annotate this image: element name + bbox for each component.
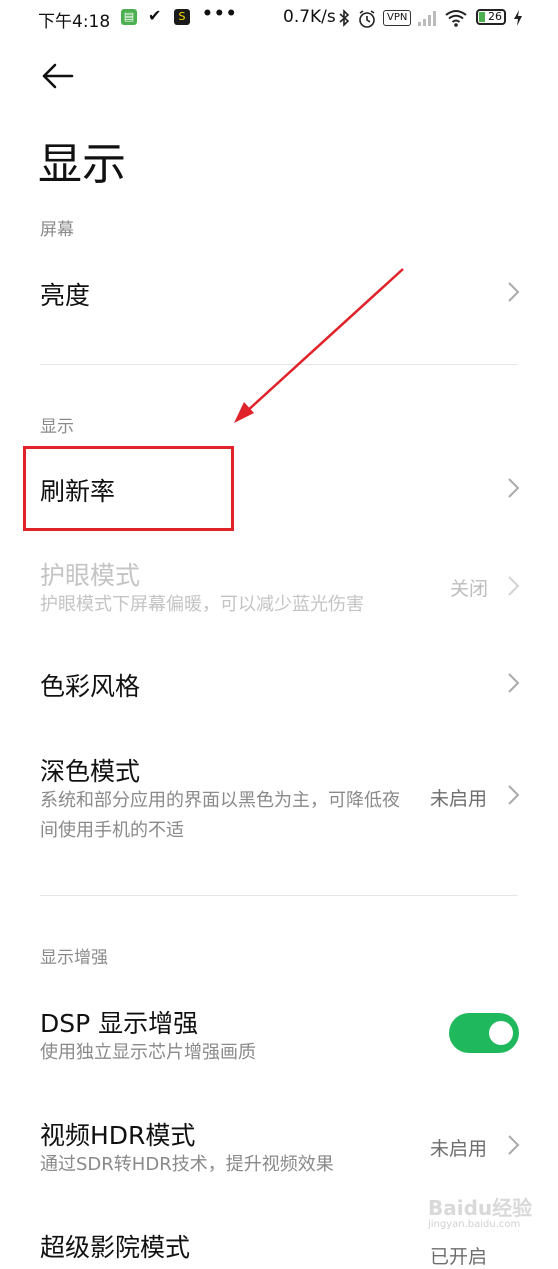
chevron-right-icon [508, 673, 520, 693]
baidu-watermark: Baidu经验 jingyan.baidu.com [428, 1192, 532, 1230]
setting-dark-mode[interactable]: 深色模式 系统和部分应用的界面以黑色为主，可降低夜间使用手机的不适 未启用 [0, 742, 558, 842]
watermark-text: Baidu经验 [428, 1196, 533, 1220]
setting-video-hdr[interactable]: 视频HDR模式 通过SDR转HDR技术，提升视频效果 未启用 [0, 1106, 558, 1180]
chevron-right-icon [508, 785, 520, 805]
color-style-title: 色彩风格 [40, 672, 141, 701]
divider [40, 895, 518, 896]
dark-mode-subtitle: 系统和部分应用的界面以黑色为主，可降低夜间使用手机的不适 [40, 790, 400, 841]
setting-color-style[interactable]: 色彩风格 [0, 655, 558, 717]
watermark-sub: jingyan.baidu.com [428, 1219, 521, 1230]
dark-mode-title: 深色模式 [40, 757, 141, 786]
dark-mode-value: 未启用 [430, 788, 488, 810]
dsp-title: DSP 显示增强 [40, 1009, 199, 1038]
dsp-subtitle: 使用独立显示芯片增强画质 [40, 1042, 256, 1063]
chevron-right-icon [508, 1135, 520, 1155]
section-enhance-label: 显示增强 [40, 948, 108, 968]
cinema-title: 超级影院模式 [40, 1233, 191, 1262]
cinema-value: 已开启 [430, 1246, 488, 1268]
dsp-toggle[interactable] [449, 1013, 519, 1053]
toggle-knob [489, 1021, 513, 1045]
video-hdr-subtitle: 通过SDR转HDR技术，提升视频效果 [40, 1154, 334, 1175]
annotation-arrow [234, 268, 404, 423]
video-hdr-title: 视频HDR模式 [40, 1121, 196, 1150]
video-hdr-value: 未启用 [430, 1138, 488, 1160]
